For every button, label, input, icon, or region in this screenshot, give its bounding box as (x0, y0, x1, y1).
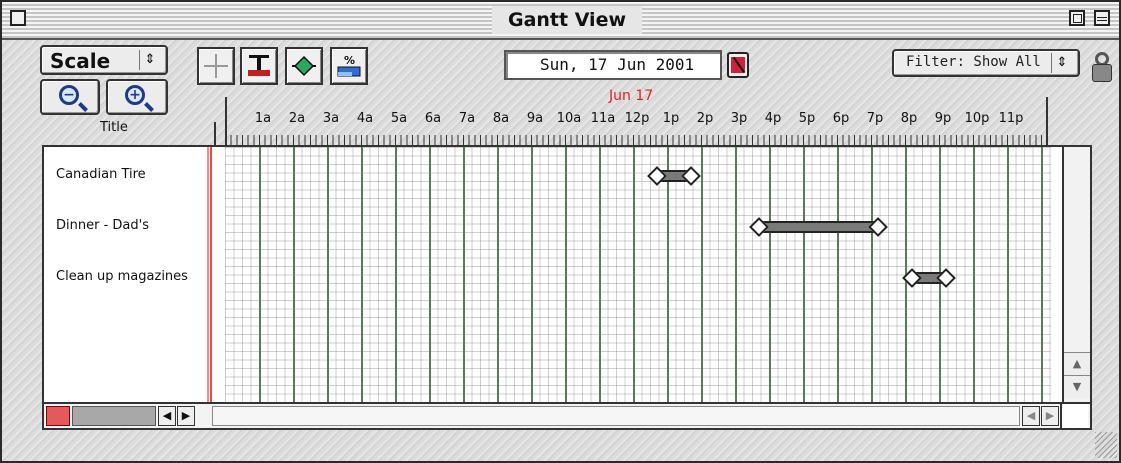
hour-gridline (429, 147, 431, 402)
hour-label: 1a (254, 111, 272, 126)
hour-label: 9a (526, 111, 544, 126)
ruler-divider (214, 122, 216, 146)
svg-text:%: % (344, 54, 355, 67)
hour-label: 11a (590, 111, 616, 126)
hour-gridline (837, 147, 839, 402)
hour-label: 5a (390, 111, 408, 126)
hour-gridline (735, 147, 737, 402)
hour-label: 12p (624, 111, 650, 126)
grid-scroll-right-arrow-icon[interactable]: ▶ (1041, 406, 1059, 426)
scroll-down-arrow-icon[interactable]: ▼ (1064, 375, 1090, 398)
hour-gridline (701, 147, 703, 402)
hour-gridline (259, 147, 261, 402)
hour-gridline (361, 147, 363, 402)
gantt-grid[interactable] (225, 147, 1051, 402)
windowshade-box[interactable] (1094, 10, 1110, 26)
resize-grip-icon[interactable] (1095, 432, 1117, 458)
gantt-panel: Canadian Tire Dinner - Dad's Clean up maga… (42, 145, 1092, 430)
zoom-in-icon: + (125, 85, 145, 105)
time-ruler: 1a 2a 3a 4a 5a 6a 7a 8a 9a 10a 11a 12p 1p 2p 3p 4p 5p 6p 7… (225, 97, 1051, 145)
scale-popup[interactable]: Scale ⇕ (40, 45, 168, 75)
date-field[interactable]: Sun, 17 Jun 2001 (504, 50, 722, 80)
hour-label: 11p (998, 111, 1024, 126)
hour-label: 10a (556, 111, 582, 126)
popup-arrows-icon: ⇕ (1051, 53, 1072, 73)
title-bar[interactable]: Gantt View (2, 2, 1119, 40)
hour-label: 6a (424, 111, 442, 126)
task-title-column: Canadian Tire Dinner - Dad's Clean up maga… (44, 147, 207, 402)
hour-gridline (565, 147, 567, 402)
title-scroll-left-arrow-icon[interactable]: ◀ (158, 406, 176, 426)
date-picker-button[interactable] (727, 52, 749, 78)
crosshair-icon (204, 54, 228, 78)
hour-gridline (463, 147, 465, 402)
hour-gridline (769, 147, 771, 402)
window-title: Gantt View (492, 6, 642, 34)
hour-gridline (293, 147, 295, 402)
hour-label: 3a (322, 111, 340, 126)
percent-complete-icon: % (337, 54, 361, 77)
vertical-scrollbar[interactable]: ▲ ▼ (1062, 147, 1090, 402)
horizontal-scrollbar: ◀ ▶ ◀ ▶ (44, 402, 1090, 428)
close-box[interactable] (10, 10, 26, 26)
title-scroll-track[interactable] (72, 406, 156, 426)
today-marker (207, 147, 212, 402)
hour-label: 8a (492, 111, 510, 126)
zoom-out-icon: − (59, 85, 79, 105)
hour-label: 7p (866, 111, 884, 126)
milestone-tool-button[interactable] (285, 47, 323, 85)
hour-gridline (1007, 147, 1009, 402)
percent-complete-tool-button[interactable]: % (330, 47, 368, 85)
milestone-icon (292, 55, 316, 77)
task-title[interactable]: Canadian Tire (56, 167, 146, 182)
zoom-box[interactable] (1069, 10, 1085, 26)
scroll-up-arrow-icon[interactable]: ▲ (1064, 352, 1090, 375)
crosshair-tool-button[interactable] (197, 47, 235, 85)
hour-label: 4p (764, 111, 782, 126)
hour-label: 1p (662, 111, 680, 126)
hour-gridline (395, 147, 397, 402)
hour-label: 10p (964, 111, 990, 126)
hour-label: 7a (458, 111, 476, 126)
scroll-corner (1060, 404, 1088, 428)
hour-label: 4a (356, 111, 374, 126)
hour-label: 2a (288, 111, 306, 126)
hour-gridline (803, 147, 805, 402)
lock-icon[interactable] (1092, 52, 1112, 82)
hour-gridline (871, 147, 873, 402)
zoom-in-button[interactable]: + (106, 79, 168, 115)
scale-label: Scale (50, 49, 111, 73)
task-title[interactable]: Clean up magazines (56, 269, 188, 284)
hour-gridline (531, 147, 533, 402)
task-title[interactable]: Dinner - Dad's (56, 218, 149, 233)
grid-scroll-left-arrow-icon[interactable]: ◀ (1022, 406, 1040, 426)
link-tasks-icon (248, 55, 270, 76)
hour-gridline (973, 147, 975, 402)
popup-arrows-icon: ⇕ (139, 50, 160, 70)
filter-popup[interactable]: Filter: Show All ⇕ (892, 49, 1080, 77)
hour-gridline (497, 147, 499, 402)
hour-label: 8p (900, 111, 918, 126)
link-tasks-tool-button[interactable] (240, 47, 278, 85)
title-scroll-right-arrow-icon[interactable]: ▶ (177, 406, 195, 426)
hour-label: 2p (696, 111, 714, 126)
hour-label: 9p (934, 111, 952, 126)
ruler-end-line (1046, 97, 1048, 145)
hour-gridline (599, 147, 601, 402)
zoom-out-button[interactable]: − (40, 79, 100, 115)
hour-label: 3p (730, 111, 748, 126)
hour-gridline (667, 147, 669, 402)
hour-label: 5p (798, 111, 816, 126)
hour-label: 6p (832, 111, 850, 126)
ruler-ticks (225, 135, 1051, 145)
filter-label: Filter: Show All (906, 54, 1041, 70)
stop-button[interactable] (46, 406, 70, 426)
grid-scroll-track[interactable] (212, 406, 1020, 426)
title-column-header: Title (100, 120, 128, 135)
task-bar[interactable] (759, 221, 878, 233)
hour-gridline (1041, 147, 1043, 402)
gantt-window: Gantt View Scale ⇕ − + Title % Sun, 17 J… (0, 0, 1121, 463)
hour-gridline (327, 147, 329, 402)
hour-gridline (633, 147, 635, 402)
